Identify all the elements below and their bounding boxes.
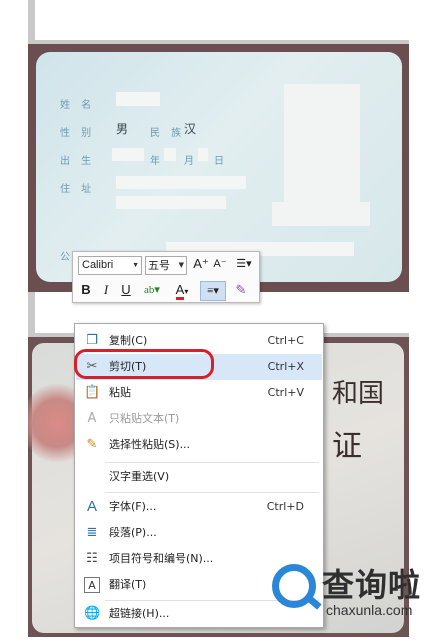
menu-item-label: 只粘贴文本(T) <box>109 412 180 425</box>
label-month: 月 <box>184 156 198 167</box>
align-icon[interactable]: ≡▾ <box>200 281 226 301</box>
menu-item-font[interactable]: A 字体(F)... Ctrl+D <box>76 494 322 520</box>
menu-item-label: 翻译(T) <box>109 578 147 591</box>
grow-font-button[interactable]: A⁺ <box>192 255 210 273</box>
label-ethnicity: 民 族 <box>150 128 186 139</box>
translate-icon: A <box>84 577 100 593</box>
label-name: 姓 名 <box>60 100 96 111</box>
name-redaction <box>116 92 160 106</box>
label-gender: 性 别 <box>60 128 96 139</box>
chevron-down-icon: ▼ <box>178 261 184 269</box>
menu-item-label: 字体(F)... <box>109 500 157 513</box>
watermark-logo: 查询啦 chaxunla.com <box>268 558 443 628</box>
menu-item-label: 超链接(H)... <box>109 607 170 620</box>
chevron-down-icon: ▼ <box>132 262 139 269</box>
underline-button[interactable]: U <box>118 281 134 299</box>
card-back-title: 和国 <box>332 379 385 409</box>
bold-button[interactable]: B <box>78 281 94 299</box>
mini-format-toolbar: Calibri ▼ 五号 ▼ A⁺ A⁻ ☰▾ B I U ab▾ A▾ ≡▾ … <box>72 251 260 303</box>
menu-item-label: 粘贴 <box>109 386 131 399</box>
italic-button[interactable]: I <box>98 281 114 299</box>
paragraph-icon: ≣ <box>86 525 98 540</box>
shrink-font-button[interactable]: A⁻ <box>211 255 229 273</box>
id-card-front: 姓 名 性 别 男 民 族 汉 出 生 年 月 日 住 址 公民身份号码 <box>36 52 402 282</box>
menu-item-paste-special[interactable]: ✎ 选择性粘贴(S)... <box>76 432 322 458</box>
font-size-value: 五号 <box>148 259 170 272</box>
paste-special-icon: ✎ <box>86 437 98 452</box>
menu-separator <box>105 492 319 493</box>
card-back-mark: 证 <box>332 429 362 464</box>
frame-line-mid <box>28 292 35 337</box>
logo-brand-cn: 查询啦 <box>322 566 422 604</box>
annotation-highlight-ring <box>74 349 214 379</box>
portrait-redaction-base <box>272 202 370 226</box>
hyperlink-icon: 🌐 <box>84 606 101 621</box>
menu-separator <box>105 462 319 463</box>
birth-month-redaction <box>164 148 176 161</box>
label-day: 日 <box>214 156 228 167</box>
menu-item-paragraph[interactable]: ≣ 段落(P)... <box>76 520 322 546</box>
font-icon: A <box>86 498 97 515</box>
menu-item-paste-text-only[interactable]: A 只粘贴文本(T) <box>76 406 322 432</box>
format-painter-icon[interactable]: ✎ <box>231 281 251 299</box>
menu-item-label: 项目符号和编号(N)... <box>109 552 214 565</box>
frame-line-top <box>28 0 35 44</box>
menu-item-shortcut: Ctrl+V <box>267 386 304 399</box>
label-birth: 出 生 <box>60 156 96 167</box>
font-name-value: Calibri <box>82 259 114 271</box>
ethnicity-value: 汉 <box>184 122 197 136</box>
paste-text-icon: A <box>87 411 97 426</box>
birth-year-redaction <box>112 148 144 161</box>
portrait-redaction <box>284 84 360 204</box>
gender-value: 男 <box>116 122 129 136</box>
logo-q-icon <box>272 564 316 608</box>
menu-item-paste[interactable]: 📋 粘贴 Ctrl+V <box>76 380 322 406</box>
font-name-dropdown[interactable]: Calibri ▼ <box>78 256 142 275</box>
menu-item-label: 汉字重选(V) <box>109 470 170 483</box>
menu-item-label: 段落(P)... <box>109 526 157 539</box>
address-redaction-1 <box>116 176 246 189</box>
copy-icon: ❐ <box>86 333 98 348</box>
font-size-dropdown[interactable]: 五号 ▼ <box>145 256 187 275</box>
birth-day-redaction <box>198 148 208 161</box>
highlight-icon[interactable]: ab▾ <box>139 281 165 299</box>
menu-item-reselect-hanzi[interactable]: 汉字重选(V) <box>76 464 322 490</box>
menu-item-shortcut: Ctrl+X <box>267 360 304 373</box>
label-year: 年 <box>150 156 164 167</box>
chevron-down-icon: ▾ <box>184 287 189 296</box>
line-spacing-icon[interactable]: ☰▾ <box>231 255 257 273</box>
address-redaction-2 <box>116 196 226 209</box>
label-address: 住 址 <box>60 184 96 195</box>
paste-icon: 📋 <box>84 385 101 400</box>
menu-item-shortcut: Ctrl+C <box>267 334 304 347</box>
list-icon: ☷ <box>86 551 98 566</box>
logo-brand-en: chaxunla.com <box>326 602 413 618</box>
font-color-button[interactable]: A▾ <box>169 281 195 301</box>
menu-item-label: 选择性粘贴(S)... <box>109 438 191 451</box>
menu-item-shortcut: Ctrl+D <box>266 500 304 513</box>
